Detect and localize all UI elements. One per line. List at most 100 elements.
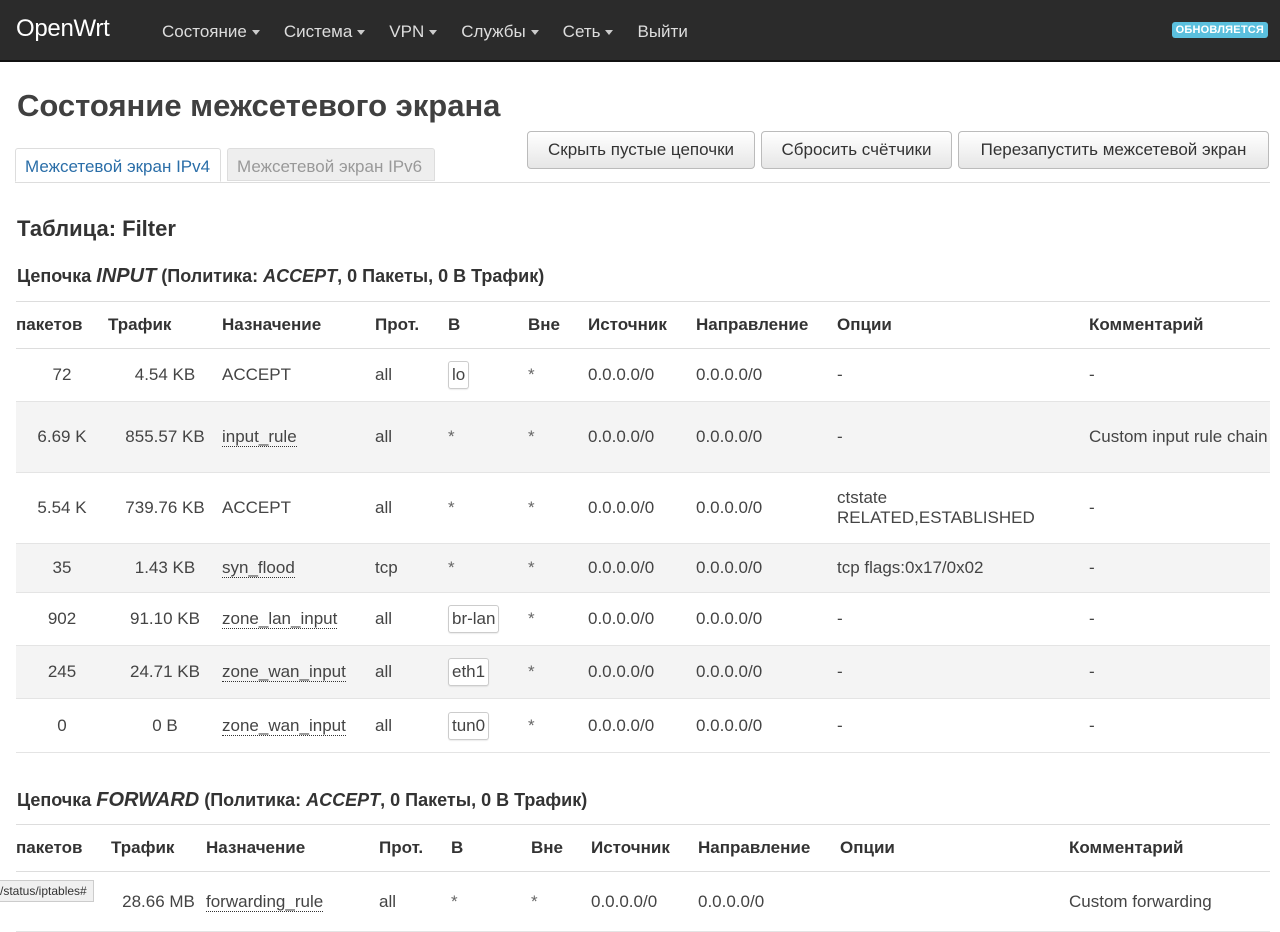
cell-source-value: 0.0.0.0/0 — [588, 365, 655, 384]
cell-proto: all — [375, 698, 448, 753]
menu-services[interactable]: Службы — [449, 0, 550, 60]
menu-system-label: Система — [283, 22, 353, 41]
cell-comment-value: Custom input rule chain — [1089, 427, 1268, 446]
cell-traffic: 91.10 KB — [108, 592, 222, 646]
cell-comment-value: - — [1089, 662, 1095, 681]
col-out: Вне — [531, 824, 591, 872]
restart-firewall-button[interactable]: Перезапустить межсетевой экран — [958, 131, 1269, 169]
cell-proto-value: all — [375, 365, 393, 384]
chain-prefix: Цепочка — [17, 790, 97, 810]
chain-link[interactable]: zone_lan_input — [222, 609, 338, 629]
menu-network[interactable]: Сеть — [551, 0, 626, 60]
cell-destination: 0.0.0.0/0 — [696, 592, 837, 646]
cell-target: input_rule — [222, 401, 375, 473]
cell-out-value: * — [528, 498, 535, 517]
cell-options: - — [837, 698, 1089, 753]
refreshing-badge[interactable]: ОБНОВЛЯЕТСЯ — [1171, 22, 1268, 38]
forward-rules-table: пакетов Трафик Назначение Прот. В Вне Ис… — [16, 824, 1270, 932]
cell-traffic-value: 91.10 KB — [130, 609, 200, 628]
cell-in: lo — [448, 348, 528, 402]
table-header-row: пакетов Трафик Назначение Прот. В Вне Ис… — [16, 301, 1270, 349]
cell-proto: all — [375, 348, 448, 402]
col-in: В — [448, 301, 528, 349]
cell-source: 0.0.0.0/0 — [588, 543, 696, 593]
cell-packets-value: 5.54 K — [37, 498, 87, 517]
cell-source: 0.0.0.0/0 — [588, 645, 696, 699]
cell-options-value: - — [837, 427, 843, 446]
menu-status[interactable]: Состояние — [150, 0, 272, 60]
chain-link[interactable]: input_rule — [222, 427, 297, 447]
cell-traffic-value: 0 B — [152, 715, 178, 735]
menu-network-label: Сеть — [562, 22, 601, 41]
table-row: 902 91.10 KB zone_lan_input all br-lan * 0.0.0… — [16, 592, 1270, 646]
cell-traffic: 28.66 MB — [111, 871, 206, 932]
col-source: Источник — [591, 824, 698, 872]
cell-packets: 245 — [16, 645, 108, 699]
menu-vpn[interactable]: VPN — [377, 0, 449, 60]
cell-options: ctstate RELATED,ESTABLISHED — [837, 472, 1089, 544]
chain-link[interactable]: forwarding_rule — [206, 891, 324, 912]
chain-prefix: Цепочка — [17, 266, 97, 286]
tab-ipv6[interactable]: Межсетевой экран IPv6 — [227, 148, 435, 181]
cell-proto-value: all — [375, 609, 393, 628]
cell-out-value: * — [528, 427, 535, 446]
hide-empty-chains-button[interactable]: Скрыть пустые цепочки — [527, 131, 755, 169]
col-destination: Направление — [696, 301, 837, 349]
cell-proto-value: tcp — [375, 558, 398, 577]
cell-proto: all — [375, 645, 448, 699]
cell-options: - — [837, 645, 1089, 699]
chain-counters: , 0 Пакеты, 0 В Трафик) — [337, 266, 545, 286]
menu-system[interactable]: Система — [272, 0, 377, 60]
cell-packets: 6.69 K — [16, 401, 108, 473]
cell-destination: 0.0.0.0/0 — [696, 645, 837, 699]
cell-destination: 0.0.0.0/0 — [698, 871, 840, 932]
cell-options-value: - — [837, 715, 843, 735]
cell-comment-value: - — [1089, 715, 1095, 735]
chain-policy-label: (Политика: — [199, 790, 307, 810]
brand-logo[interactable]: OpenWrt — [16, 15, 110, 43]
cell-out-value: * — [528, 558, 535, 577]
menu-logout[interactable]: Выйти — [625, 0, 699, 60]
cell-options: - — [837, 592, 1089, 646]
chain-policy: ACCEPT — [306, 790, 381, 810]
cell-source: 0.0.0.0/0 — [588, 472, 696, 544]
chain-heading-forward: Цепочка FORWARD (Политика: ACCEPT, 0 Пак… — [17, 789, 587, 812]
chain-link[interactable]: zone_wan_input — [222, 662, 346, 682]
cell-destination-value: 0.0.0.0/0 — [696, 365, 763, 384]
cell-packets-value: 0 — [57, 715, 67, 735]
cell-proto-value: all — [375, 498, 393, 517]
cell-destination-value: 0.0.0.0/0 — [696, 715, 763, 735]
cell-comment: - — [1089, 592, 1270, 646]
table-row: 245 24.71 KB zone_wan_input all eth1 * 0.0.0.0… — [16, 645, 1270, 699]
cell-target: forwarding_rule — [206, 871, 379, 932]
col-out: Вне — [528, 301, 588, 349]
cell-source: 0.0.0.0/0 — [588, 401, 696, 473]
cell-out: * — [528, 348, 588, 402]
cell-comment-value: - — [1089, 498, 1095, 517]
table-row: 35 1.43 KB syn_flood tcp * * 0.0.0.0/0 0.0.0.0/… — [16, 543, 1270, 593]
cell-traffic-value: 24.71 KB — [130, 662, 200, 681]
cell-options — [840, 871, 1069, 932]
reset-counters-button[interactable]: Сбросить счётчики — [761, 131, 952, 169]
chain-link[interactable]: zone_wan_input — [222, 715, 346, 736]
caret-down-icon — [251, 30, 260, 36]
cell-destination-value: 0.0.0.0/0 — [696, 662, 763, 681]
table-row: 5.54 K 739.76 KB ACCEPT all * * 0.0.0.0/0 0.0.0… — [16, 472, 1270, 544]
cell-out: * — [531, 871, 591, 932]
cell-traffic: 739.76 KB — [108, 472, 222, 544]
table-title: Таблица: Filter — [17, 216, 176, 241]
cell-in: tun0 — [448, 698, 528, 753]
caret-down-icon — [530, 30, 539, 36]
cell-packets-value: 6.69 K — [37, 427, 87, 446]
cell-out: * — [528, 645, 588, 699]
cell-source: 0.0.0.0/0 — [588, 698, 696, 753]
cell-comment: - — [1089, 472, 1270, 544]
chain-link[interactable]: syn_flood — [222, 558, 295, 578]
cell-traffic: 855.57 KB — [108, 401, 222, 473]
tab-ipv4[interactable]: Межсетевой экран IPv4 — [15, 148, 221, 182]
cell-comment: - — [1089, 543, 1270, 593]
col-proto: Прот. — [375, 301, 448, 349]
cell-proto: all — [379, 871, 451, 932]
cell-in-value: * — [448, 498, 455, 517]
cell-packets: 902 — [16, 592, 108, 646]
